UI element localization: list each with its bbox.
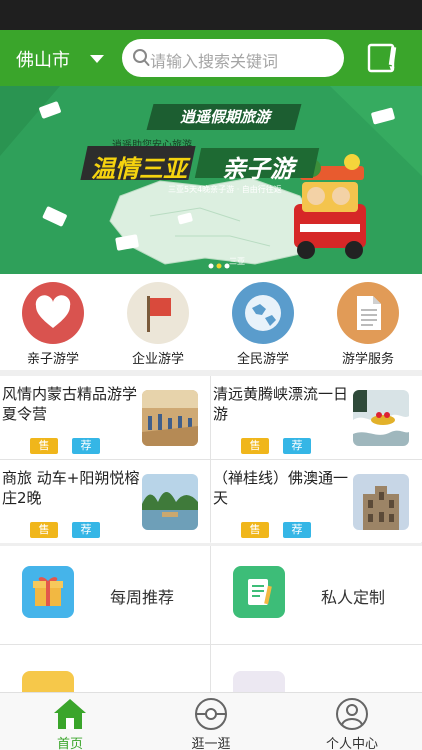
product-title: 商旅 动车+阳朔悦榕庄2晚 [2,469,140,507]
sale-badge: 售 [30,522,58,538]
feature-weekly-recommend[interactable]: 每周推荐 [0,546,210,642]
grid-divider [0,459,422,460]
category-public[interactable]: 全民游学 [213,282,313,368]
product-title: （禅桂线）佛澳通一天 [213,469,349,507]
feature-grid: 每周推荐 私人定制 [0,546,422,723]
product-card[interactable]: 商旅 动车+阳朔悦榕庄2晚 售 荐 [0,460,210,543]
city-selector-label[interactable]: 佛山市 [16,46,70,72]
header-bar: 佛山市 请输入搜索关键词 [0,30,422,86]
search-input[interactable]: 请输入搜索关键词 [122,39,344,77]
category-row: 亲子游学 企业游学 全民游学 游学服务 [0,274,422,370]
tab-label: 逛一逛 [191,737,231,750]
product-title: 风情内蒙古精品游学夏令营 [2,385,138,423]
product-title: 清远黄腾峡漂流一日游 [213,385,349,423]
banner-location-label: 三亚 [229,257,245,266]
camel-caravan-photo [142,390,198,446]
recommend-badge: 荐 [283,438,311,454]
globe-icon [232,282,294,344]
category-parent-child[interactable]: 亲子游学 [3,282,103,368]
sale-badge: 售 [30,438,58,454]
category-enterprise[interactable]: 企业游学 [108,282,208,368]
category-label: 企业游学 [131,352,184,367]
carousel-indicator[interactable] [208,262,230,270]
edit-note-icon[interactable] [366,42,400,74]
recommend-badge: 荐 [283,522,311,538]
category-label: 全民游学 [236,352,289,367]
feature-label: 私人定制 [321,588,386,607]
sale-badge: 售 [241,522,269,538]
tab-label: 首页 [56,737,83,750]
recommend-badge: 荐 [72,522,100,538]
heart-icon [22,282,84,344]
tab-label: 个人中心 [325,737,378,750]
compass-icon [195,698,227,730]
status-bar [0,0,422,30]
feature-private-custom[interactable]: 私人定制 [211,546,421,642]
product-card[interactable]: 风情内蒙古精品游学夏令营 售 荐 [0,376,210,459]
recommend-badge: 荐 [72,438,100,454]
promo-banner[interactable]: 逍遥假期旅游 逍遥助您安心旅游 温情三亚 亲子游 三亚5天4晚亲子游 · 自由行… [0,86,422,274]
search-placeholder: 请输入搜索关键词 [150,52,279,71]
tab-profile[interactable]: 个人中心 [282,693,422,750]
banner-title-part2: 亲子游 [222,155,294,183]
lake-hills-photo [142,474,198,530]
banner-title-part1: 温情三亚 [91,155,187,183]
ruins-facade-photo [353,474,409,530]
search-icon [133,49,150,66]
document-icon [337,282,399,344]
grid-divider [0,644,422,645]
grid-divider [210,546,211,696]
category-label: 亲子游学 [26,352,79,367]
rafting-photo [353,390,409,446]
bottom-tab-bar: 首页 逛一逛 个人中心 [0,692,422,750]
person-icon [336,698,368,730]
category-label: 游学服务 [341,352,394,367]
flag-icon [127,282,189,344]
customize-icon [233,566,285,618]
sale-badge: 售 [241,438,269,454]
home-icon [54,699,86,729]
product-card[interactable]: （禅桂线）佛澳通一天 售 荐 [211,460,421,543]
tab-home[interactable]: 首页 [0,693,140,750]
banner-kicker: 逍遥假期旅游 [179,108,270,126]
gift-icon [22,566,74,618]
tab-browse[interactable]: 逛一逛 [141,693,281,750]
product-card[interactable]: 清远黄腾峡漂流一日游 售 荐 [211,376,421,459]
feature-label: 每周推荐 [110,588,175,607]
banner-tagline: 三亚5天4晚亲子游 · 自由行往返 [168,185,282,194]
category-service[interactable]: 游学服务 [318,282,418,368]
chevron-down-icon[interactable] [90,55,104,63]
